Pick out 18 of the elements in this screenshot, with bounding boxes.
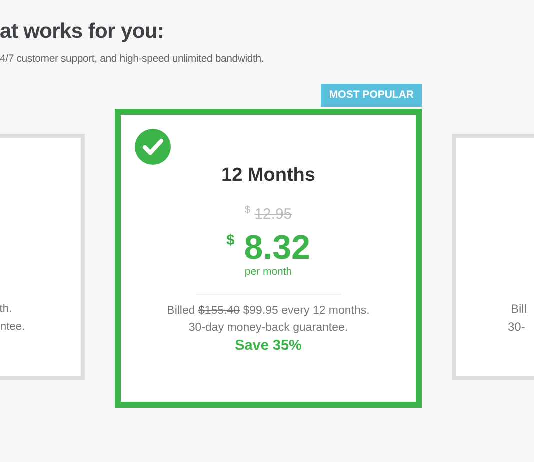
page-subtitle: 4/7 customer support, and high-speed unlimited bandwidth.: [0, 52, 266, 66]
plan-text: 30-: [508, 319, 526, 336]
price: $^{$}$ 8.32: [226, 228, 310, 266]
popular-badge: MOST POPULAR: [321, 84, 422, 107]
plan-title: 12 Months: [222, 165, 316, 187]
old-price: $^{$}$ 12.95: [244, 205, 292, 223]
plan-text: Bill: [511, 301, 528, 318]
plan-card[interactable]: th. ntee.: [0, 134, 85, 380]
check-icon: [135, 129, 171, 165]
price-period: per month: [244, 266, 292, 278]
plan-card[interactable]: Bill 30-: [452, 134, 534, 380]
plan-text: ntee.: [0, 320, 25, 335]
guarantee-note: 30-day money-back guarantee.: [188, 321, 348, 336]
billing-note: Billed $155.40 $99.95 every 12 months.: [167, 304, 370, 319]
page-heading: at works for you:: [0, 19, 166, 45]
plan-card[interactable]: 12 Months $^{$}$ 12.95 $^{$}$ 8.32 per month Billed $155.40 $99.95 every 12 months. 30-day money-back guarantee. Save 35%: [115, 109, 422, 408]
savings-text: Save 35%: [235, 338, 302, 354]
plan-text: th.: [0, 302, 12, 317]
